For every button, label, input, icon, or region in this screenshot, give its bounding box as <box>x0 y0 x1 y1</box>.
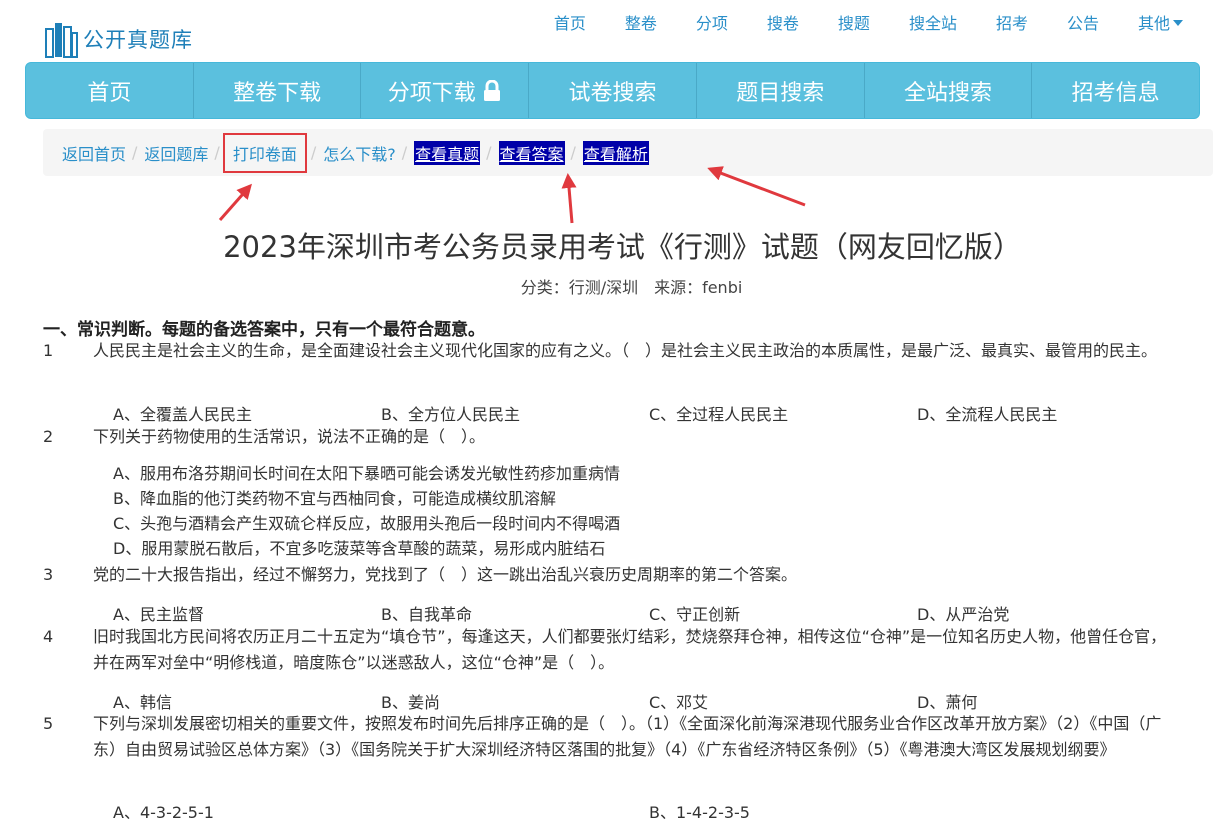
breadcrumb: 返回首页 / 返回题库 / 打印卷面 / 怎么下载? / 查看真题 / 查看答案… <box>43 129 1213 176</box>
view-answers-link[interactable]: 查看答案 <box>498 140 565 165</box>
main-nav-full-download-label: 整卷下载 <box>233 80 322 106</box>
print-paper-link[interactable]: 打印卷面 <box>222 132 307 173</box>
breadcrumb-separator: / <box>310 143 317 162</box>
question-2-options: A、服用布洛芬期间长时间在太阳下暴晒可能会诱发光敏性药疹加重病情 B、降血脂的他… <box>113 461 1193 561</box>
option-b: B、降血脂的他汀类药物不宜与西柚同食，可能造成横纹肌溶解 <box>113 489 556 508</box>
option-b: B、全方位人民民主 <box>381 405 520 424</box>
question-2: 2 下列关于药物使用的生活常识，说法不正确的是（ ）。 <box>43 424 1173 450</box>
question-3-options: A、民主监督 B、自我革命 C、守正创新 D、从严治党 <box>113 601 1193 625</box>
option-d: D、从严治党 <box>917 605 1010 624</box>
top-nav-search-site[interactable]: 搜全站 <box>909 12 957 36</box>
main-nav-recruitment-info-label: 招考信息 <box>1071 80 1160 106</box>
section-heading: 一、常识判断。每题的备选答案中，只有一个最符合题意。 <box>43 320 485 340</box>
top-nav-search-papers[interactable]: 搜卷 <box>767 12 799 36</box>
how-to-download-link[interactable]: 怎么下载? <box>323 141 396 165</box>
question-stem: 旧时我国北方民间将农历正月二十五定为“填仓节”，每逢这天，人们都要张灯结彩，焚烧… <box>93 627 1167 672</box>
top-nav-search-questions[interactable]: 搜题 <box>838 12 870 36</box>
site-logo[interactable]: 公开真题库 <box>43 18 213 60</box>
main-nav-section-download-label: 分项下载 <box>387 80 476 106</box>
lock-icon <box>483 79 500 101</box>
question-1-options: A、全覆盖人民民主 B、全方位人民民主 C、全过程人民民主 D、全流程人民民主 <box>113 401 1193 425</box>
main-nav-question-search-label: 题目搜索 <box>736 80 825 106</box>
option-c: C、邓艾 <box>649 693 709 712</box>
main-nav-paper-search[interactable]: 试卷搜索 <box>529 63 697 118</box>
option-d: D、萧何 <box>917 693 978 712</box>
question-number: 4 <box>43 627 54 646</box>
question-number: 5 <box>43 714 54 733</box>
option-a: A、韩信 <box>113 693 172 712</box>
breadcrumb-separator: / <box>570 143 576 162</box>
question-number: 1 <box>43 341 54 360</box>
main-nav-home-label: 首页 <box>87 80 132 106</box>
main-nav-full-download[interactable]: 整卷下载 <box>194 63 362 118</box>
view-questions-link[interactable]: 查看真题 <box>414 140 481 165</box>
main-nav-paper-search-label: 试卷搜索 <box>568 80 657 106</box>
question-1: 1 人民民主是社会主义的生命，是全面建设社会主义现代化国家的应有之义。（ ）是社… <box>43 338 1173 364</box>
question-4: 4 旧时我国北方民间将农历正月二十五定为“填仓节”，每逢这天，人们都要张灯结彩，… <box>43 624 1173 676</box>
option-c: C、守正创新 <box>649 605 741 624</box>
top-nav-recruitment[interactable]: 招考 <box>996 12 1028 36</box>
option-a: A、4-3-2-5-1 <box>113 803 214 822</box>
option-b: B、自我革命 <box>381 605 472 624</box>
main-nav-recruitment-info[interactable]: 招考信息 <box>1032 63 1199 118</box>
arrow-to-answers-icon <box>561 173 577 224</box>
main-nav-home[interactable]: 首页 <box>26 63 194 118</box>
question-5-options: A、4-3-2-5-1 B、1-4-2-3-5 <box>113 799 1193 823</box>
breadcrumb-back-bank[interactable]: 返回题库 <box>144 141 208 165</box>
top-nav-sections[interactable]: 分项 <box>696 12 728 36</box>
logo-text: 公开真题库 <box>83 28 193 52</box>
top-nav-home[interactable]: 首页 <box>554 12 586 36</box>
option-a: A、服用布洛芬期间长时间在太阳下暴晒可能会诱发光敏性药疹加重病情 <box>113 464 620 483</box>
option-d: D、服用蒙脱石散后，不宜多吃菠菜等含草酸的蔬菜，易形成内脏结石 <box>113 539 606 558</box>
books-logo-icon <box>45 23 78 58</box>
breadcrumb-back-home[interactable]: 返回首页 <box>62 141 126 165</box>
option-c: C、头孢与酒精会产生双硫仑样反应，故服用头孢后一段时间内不得喝酒 <box>113 514 621 533</box>
question-stem: 下列关于药物使用的生活常识，说法不正确的是（ ）。 <box>93 427 486 446</box>
arrow-to-print-icon <box>218 183 252 221</box>
main-nav-bar: 首页 整卷下载 分项下载 试卷搜索 题目搜索 全站搜索 招考信息 <box>25 62 1200 119</box>
breadcrumb-separator: / <box>214 143 220 162</box>
option-d: D、全流程人民民主 <box>917 405 1058 424</box>
option-a: A、民主监督 <box>113 605 204 624</box>
question-stem: 下列与深圳发展密切相关的重要文件，按照发布时间先后排序正确的是（ ）。（1）《全… <box>93 714 1162 759</box>
top-nav-full-papers[interactable]: 整卷 <box>625 12 657 36</box>
breadcrumb-separator: / <box>401 143 408 162</box>
option-a: A、全覆盖人民民主 <box>113 405 252 424</box>
top-nav-more-label: 其他 <box>1137 14 1170 33</box>
top-nav-announcements[interactable]: 公告 <box>1067 12 1099 36</box>
question-number: 3 <box>43 565 54 584</box>
view-analysis-link[interactable]: 查看解析 <box>582 140 649 165</box>
caret-down-icon <box>1173 20 1183 26</box>
paper-meta: 分类：行测/深圳 来源：fenbi <box>520 278 743 297</box>
main-nav-question-search[interactable]: 题目搜索 <box>697 63 865 118</box>
option-c: C、全过程人民民主 <box>649 405 789 424</box>
question-stem: 人民民主是社会主义的生命，是全面建设社会主义现代化国家的应有之义。（ ）是社会主… <box>93 341 1158 360</box>
option-b: B、1-4-2-3-5 <box>649 803 750 822</box>
top-nav: 首页 整卷 分项 搜卷 搜题 搜全站 招考 公告 其他 <box>515 12 1183 36</box>
top-nav-more-dropdown[interactable]: 其他 <box>1138 12 1183 36</box>
main-nav-section-download[interactable]: 分项下载 <box>361 63 530 118</box>
breadcrumb-separator: / <box>486 143 492 162</box>
question-stem: 党的二十大报告指出，经过不懈努力，党找到了（ ）这一跳出治乱兴衰历史周期率的第二… <box>93 565 798 584</box>
paper-title: 2023年深圳市考公务员录用考试《行测》试题（网友回忆版） <box>223 230 1022 264</box>
main-nav-site-search-label: 全站搜索 <box>903 80 992 106</box>
breadcrumb-separator: / <box>132 143 138 162</box>
main-nav-site-search[interactable]: 全站搜索 <box>865 63 1033 118</box>
question-number: 2 <box>43 427 54 446</box>
question-4-options: A、韩信 B、姜尚 C、邓艾 D、萧何 <box>113 689 1193 713</box>
question-3: 3 党的二十大报告指出，经过不懈努力，党找到了（ ）这一跳出治乱兴衰历史周期率的… <box>43 562 1173 588</box>
question-5: 5 下列与深圳发展密切相关的重要文件，按照发布时间先后排序正确的是（ ）。（1）… <box>43 711 1173 763</box>
option-b: B、姜尚 <box>381 693 440 712</box>
